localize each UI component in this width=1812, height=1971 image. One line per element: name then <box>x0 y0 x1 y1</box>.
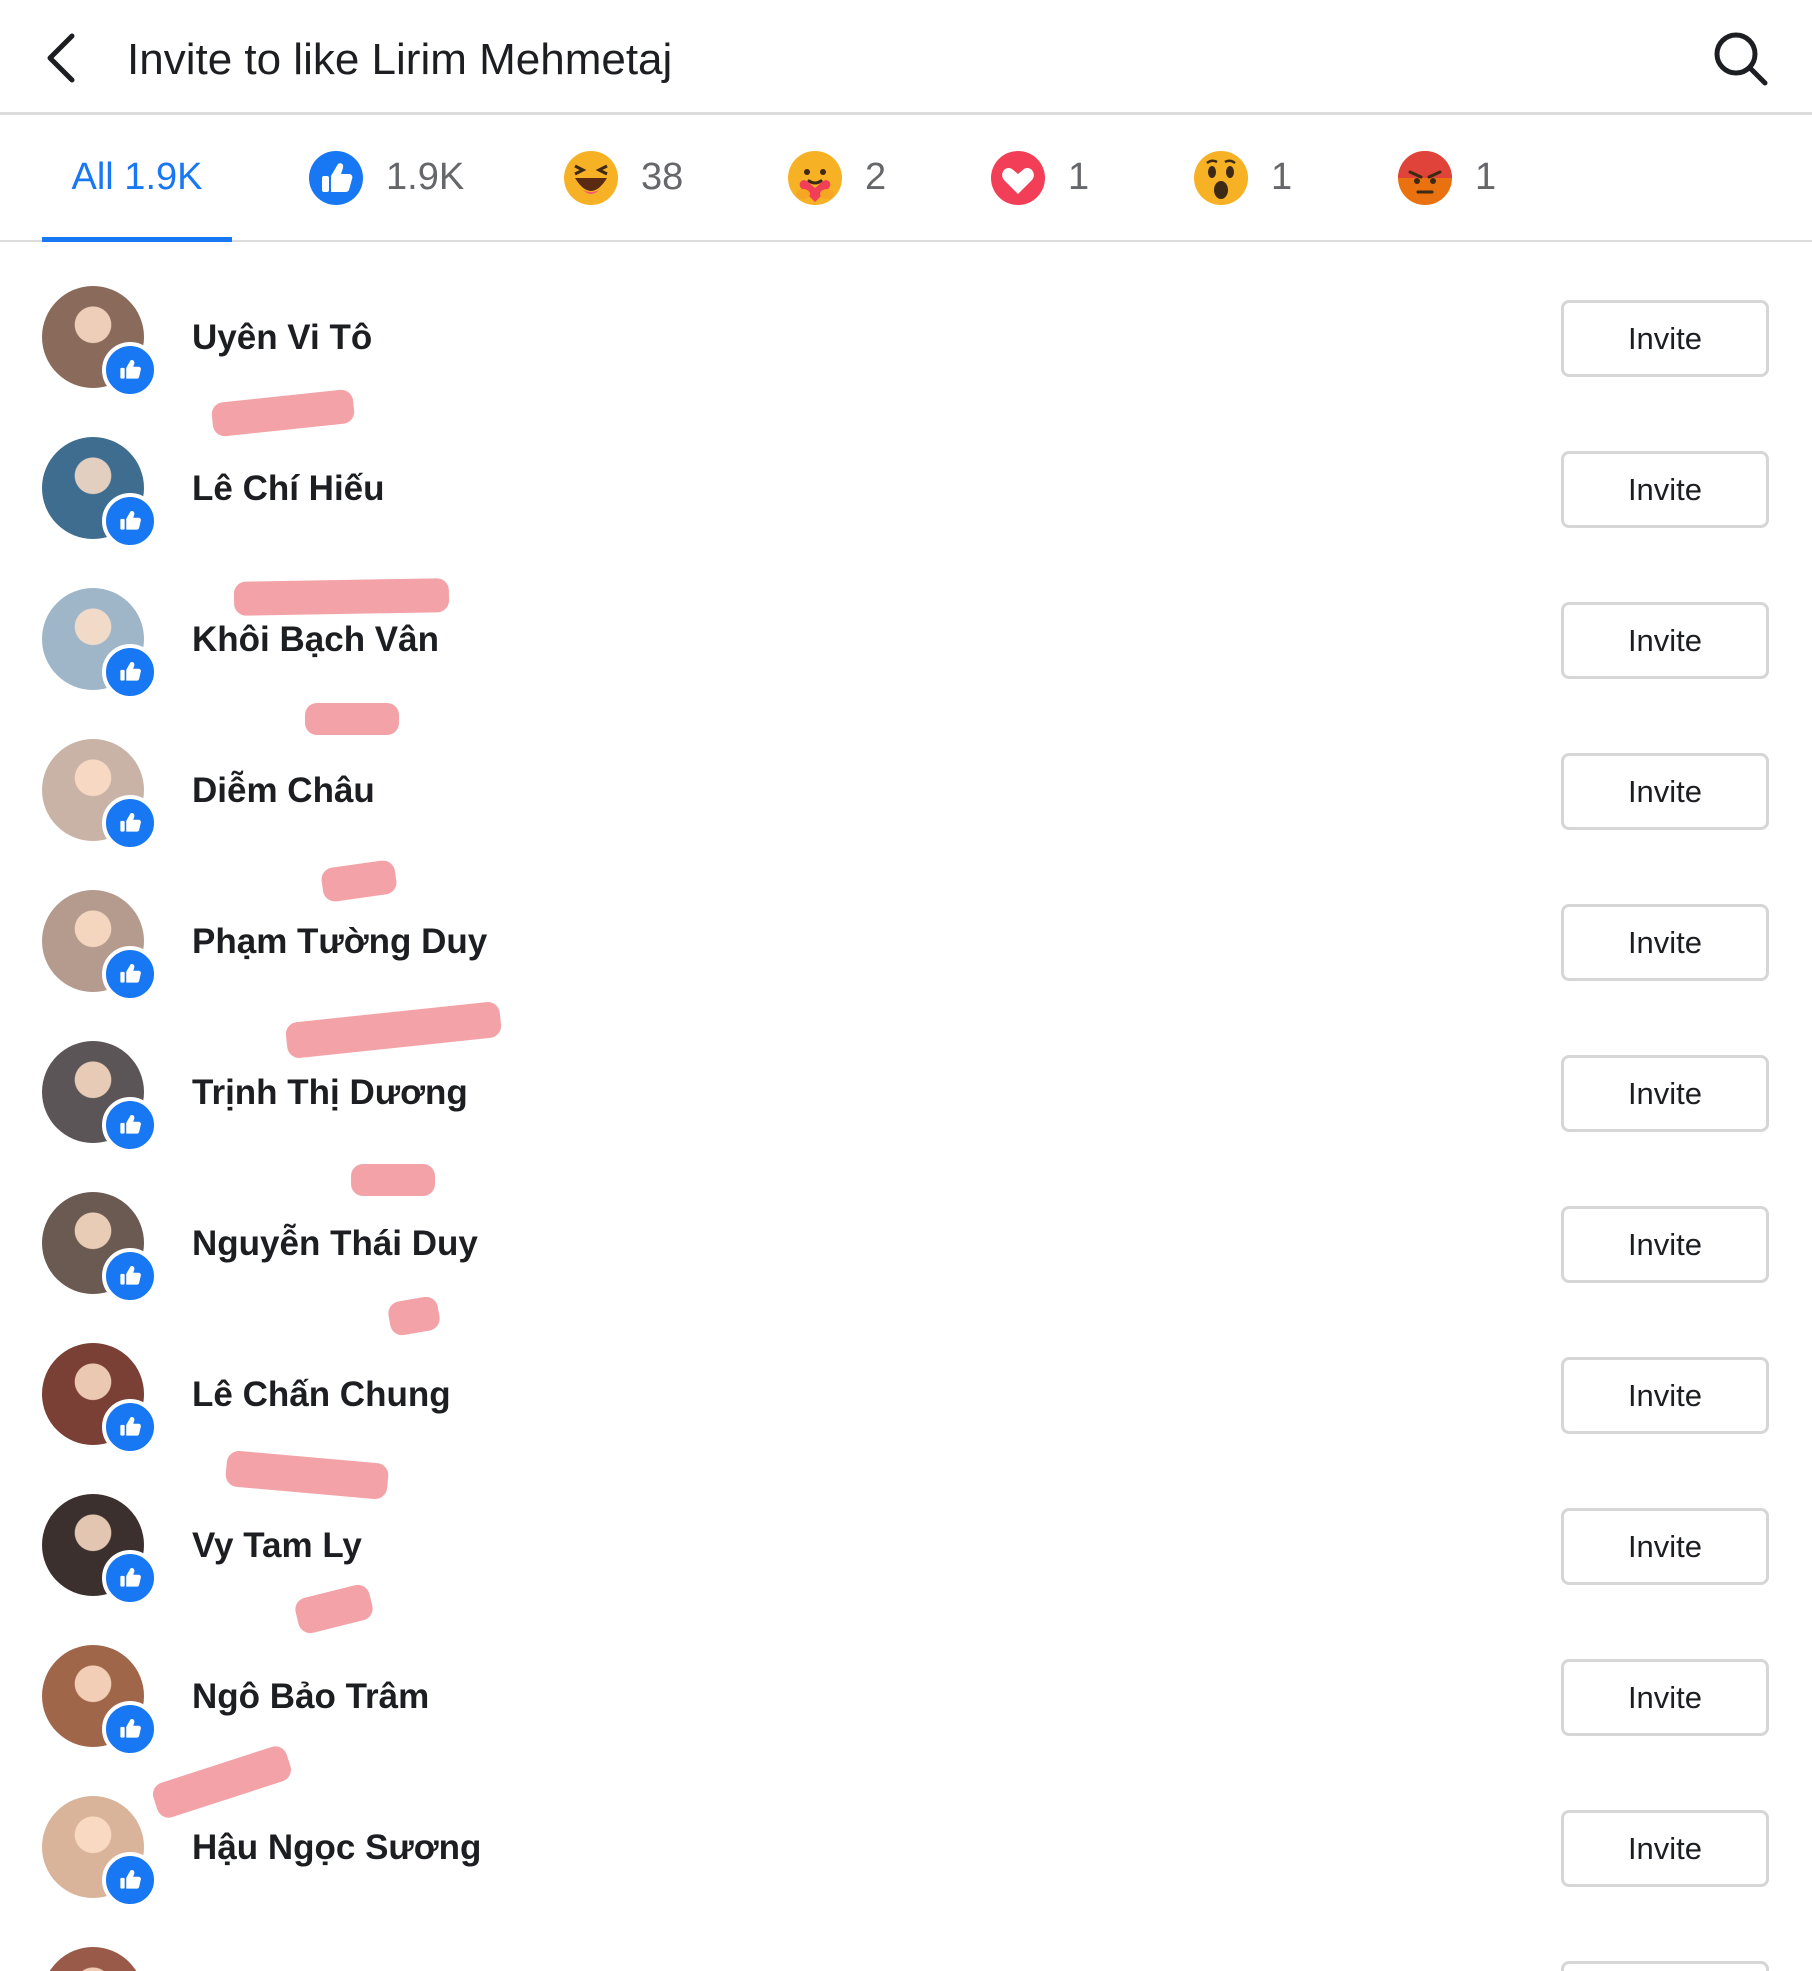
tab-wow-count: 1 <box>1271 156 1293 198</box>
person-name[interactable]: Khôi Bạch Vân <box>192 618 439 662</box>
like-badge-icon <box>102 795 158 851</box>
person-name[interactable]: Lê Chấn Chung <box>192 1373 451 1417</box>
person-name[interactable]: Trịnh Thị Dương <box>192 1071 468 1115</box>
list-item: Khôi Bạch Vân Invite <box>0 544 1812 700</box>
person-name[interactable]: Nguyễn Thái Duy <box>192 1222 478 1266</box>
person-name[interactable]: Hậu Ngọc Sương <box>192 1826 481 1870</box>
invite-button[interactable]: Invite <box>1561 904 1769 981</box>
list-item: Nguyễn Thái Duy Invite <box>0 1148 1812 1304</box>
list-item: Lê Chấn Chung Invite <box>0 1299 1812 1455</box>
list-item-partial <box>0 1903 1812 1971</box>
profile-photo <box>42 1947 144 1971</box>
invite-button[interactable]: Invite <box>1561 1055 1769 1132</box>
avatar[interactable] <box>42 1947 156 1971</box>
search-icon <box>1714 32 1768 86</box>
invite-button[interactable]: Invite <box>1561 602 1769 679</box>
avatar[interactable] <box>42 1645 158 1759</box>
like-badge-icon <box>102 1399 158 1455</box>
like-badge-icon <box>102 644 158 700</box>
haha-reaction-icon <box>564 150 618 205</box>
redaction-mark <box>305 703 399 735</box>
person-name[interactable]: Uyên Vi Tô <box>192 316 372 360</box>
like-badge-icon <box>102 493 158 549</box>
avatar[interactable] <box>42 890 158 1004</box>
invite-button[interactable]: Invite <box>1561 753 1769 830</box>
list-item: Diễm Châu Invite <box>0 695 1812 851</box>
invite-button-partial[interactable] <box>1561 1961 1769 1971</box>
person-name[interactable]: Diễm Châu <box>192 769 375 813</box>
invite-button[interactable]: Invite <box>1561 1810 1769 1887</box>
tab-wow[interactable]: 1 <box>1193 115 1292 240</box>
like-badge-icon <box>102 1550 158 1606</box>
list-item: Phạm Tường Duy Invite <box>0 846 1812 1002</box>
love-reaction-icon <box>991 150 1045 205</box>
tab-haha[interactable]: 38 <box>563 115 683 240</box>
avatar[interactable] <box>42 739 158 853</box>
avatar[interactable] <box>42 1796 158 1910</box>
like-badge-icon <box>102 1701 158 1757</box>
list-item: Uyên Vi Tô Invite <box>0 242 1812 398</box>
person-name[interactable]: Phạm Tường Duy <box>192 920 487 964</box>
like-badge-icon <box>102 1248 158 1304</box>
invite-button[interactable]: Invite <box>1561 1357 1769 1434</box>
tab-care-count: 2 <box>865 156 887 198</box>
page-title: Invite to like Lirim Mehmetaj <box>127 35 673 84</box>
list-item: Ngô Bảo Trâm Invite <box>0 1601 1812 1757</box>
invite-button[interactable]: Invite <box>1561 1206 1769 1283</box>
like-badge-icon <box>102 1097 158 1153</box>
tab-all-label: All 1.9K <box>71 156 203 198</box>
redaction-mark <box>233 578 450 616</box>
redaction-mark <box>351 1164 435 1196</box>
avatar[interactable] <box>42 588 158 702</box>
avatar[interactable] <box>42 1192 158 1306</box>
back-button[interactable] <box>36 28 92 88</box>
search-button[interactable] <box>1710 28 1770 88</box>
wow-reaction-icon <box>1194 150 1248 205</box>
care-reaction-icon <box>788 150 842 205</box>
like-badge-icon <box>102 342 158 398</box>
tab-like[interactable]: 1.9K <box>308 115 464 240</box>
like-reaction-icon <box>309 150 363 205</box>
person-name[interactable]: Ngô Bảo Trâm <box>192 1675 429 1719</box>
tab-care[interactable]: 2 <box>787 115 886 240</box>
tab-angry[interactable]: 1 <box>1397 115 1496 240</box>
avatar[interactable] <box>42 437 158 551</box>
invite-button[interactable]: Invite <box>1561 1659 1769 1736</box>
chevron-left-icon <box>47 33 75 83</box>
avatar[interactable] <box>42 1343 158 1457</box>
top-app-bar: Invite to like Lirim Mehmetaj <box>0 0 1812 115</box>
avatar[interactable] <box>42 1494 158 1608</box>
invite-button[interactable]: Invite <box>1561 300 1769 377</box>
tab-love[interactable]: 1 <box>990 115 1089 240</box>
angry-reaction-icon <box>1398 150 1452 205</box>
like-badge-icon <box>102 946 158 1002</box>
tab-like-count: 1.9K <box>386 156 465 198</box>
tab-all[interactable]: All 1.9K <box>42 115 232 242</box>
person-name[interactable]: Vy Tam Ly <box>192 1524 362 1568</box>
invite-button[interactable]: Invite <box>1561 1508 1769 1585</box>
person-name[interactable]: Lê Chí Hiếu <box>192 467 385 511</box>
list-item: Trịnh Thị Dương Invite <box>0 997 1812 1153</box>
tab-angry-count: 1 <box>1475 156 1497 198</box>
tab-haha-count: 38 <box>641 156 684 198</box>
reaction-tabs: All 1.9K 1.9K 38 2 1 1 1 <box>0 115 1812 242</box>
avatar[interactable] <box>42 1041 158 1155</box>
tab-love-count: 1 <box>1068 156 1090 198</box>
like-badge-icon <box>102 1852 158 1908</box>
invite-button[interactable]: Invite <box>1561 451 1769 528</box>
avatar[interactable] <box>42 286 158 400</box>
